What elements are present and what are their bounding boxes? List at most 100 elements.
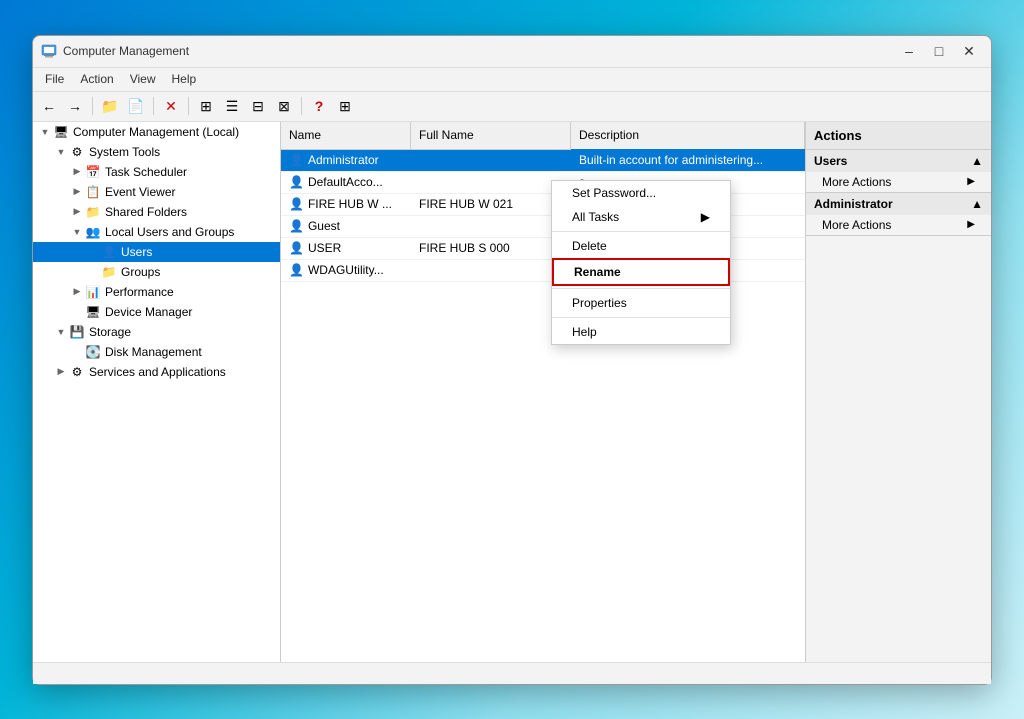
cell-user-name: 👤 USER xyxy=(281,241,411,255)
tree-system-tools-label: System Tools xyxy=(89,145,160,159)
groups-icon: 📁 xyxy=(101,264,117,280)
cell-default-name: 👤 DefaultAcco... xyxy=(281,175,411,189)
tree-event-viewer[interactable]: ▶ 📋 Event Viewer xyxy=(33,182,280,202)
center-panel: Name Full Name Description 👤 Administrat… xyxy=(281,122,806,662)
tree-root-label: Computer Management (Local) xyxy=(73,125,239,139)
tree-task-scheduler-label: Task Scheduler xyxy=(105,165,187,179)
back-button[interactable]: ← xyxy=(37,95,61,117)
properties-button[interactable]: 📄 xyxy=(124,95,148,117)
maximize-button[interactable]: □ xyxy=(925,39,953,63)
actions-section-administrator: Administrator ▲ More Actions ▶ xyxy=(806,193,991,236)
tree-performance[interactable]: ▶ 📊 Performance xyxy=(33,282,280,302)
cell-firehub-name: 👤 FIRE HUB W ... xyxy=(281,197,411,211)
svc-icon: ⚙ xyxy=(69,364,85,380)
user-icon-wdag: 👤 xyxy=(289,263,304,277)
actions-section-users: Users ▲ More Actions ▶ xyxy=(806,150,991,193)
ctx-set-password[interactable]: Set Password... xyxy=(552,181,730,205)
view1-button[interactable]: ⊞ xyxy=(194,95,218,117)
local-users-expand-icon: ▼ xyxy=(69,227,85,237)
menu-action[interactable]: Action xyxy=(72,70,121,88)
ctx-all-tasks[interactable]: All Tasks ▶ xyxy=(552,205,730,229)
ctx-rename[interactable]: Rename xyxy=(552,258,730,286)
tree-performance-label: Performance xyxy=(105,285,174,299)
left-panel: ▼ 🖥 Computer Management (Local) ▼ ⚙ Syst… xyxy=(33,122,281,662)
tree-disk-management[interactable]: 💽 Disk Management xyxy=(33,342,280,362)
tree-local-users-groups[interactable]: ▼ 👥 Local Users and Groups xyxy=(33,222,280,242)
user-icon-default: 👤 xyxy=(289,175,304,189)
delete-button[interactable]: ✕ xyxy=(159,95,183,117)
menu-help[interactable]: Help xyxy=(164,70,205,88)
ctx-help[interactable]: Help xyxy=(552,320,730,344)
close-button[interactable]: ✕ xyxy=(955,39,983,63)
menu-file[interactable]: File xyxy=(37,70,72,88)
folder-button[interactable]: 📁 xyxy=(98,95,122,117)
forward-button[interactable]: → xyxy=(63,95,87,117)
menu-bar: File Action View Help xyxy=(33,68,991,92)
admin-section-collapse-icon: ▲ xyxy=(971,197,983,211)
system-tools-expand-icon: ▼ xyxy=(53,147,69,157)
perf-icon: 📊 xyxy=(85,284,101,300)
tree-services-apps-label: Services and Applications xyxy=(89,365,226,379)
context-menu: Set Password... All Tasks ▶ Delete Renam… xyxy=(551,180,731,345)
ctx-properties[interactable]: Properties xyxy=(552,291,730,315)
event-icon: 📋 xyxy=(85,184,101,200)
tree-task-scheduler[interactable]: ▶ 📅 Task Scheduler xyxy=(33,162,280,182)
shared-expand-icon: ▶ xyxy=(69,206,85,217)
cell-firehub-fullname: FIRE HUB W 021 xyxy=(411,197,571,211)
view3-button[interactable]: ⊟ xyxy=(246,95,270,117)
window-controls: – □ ✕ xyxy=(895,39,983,63)
actions-panel: Actions Users ▲ More Actions ▶ Adminis xyxy=(806,122,991,236)
tree-groups[interactable]: 📁 Groups xyxy=(33,262,280,282)
action-admin-more[interactable]: More Actions ▶ xyxy=(806,215,991,235)
system-tools-icon: ⚙ xyxy=(69,144,85,160)
tree-system-tools[interactable]: ▼ ⚙ System Tools xyxy=(33,142,280,162)
actions-section-admin-header[interactable]: Administrator ▲ xyxy=(806,193,991,215)
tree-storage-label: Storage xyxy=(89,325,131,339)
more-actions-users-arrow-icon: ▶ xyxy=(967,176,975,187)
tree-services-apps[interactable]: ▶ ⚙ Services and Applications xyxy=(33,362,280,382)
extra-btn[interactable]: ⊞ xyxy=(333,95,357,117)
users-icon: 👤 xyxy=(101,244,117,260)
toolbar-separator-3 xyxy=(188,97,189,115)
toolbar-separator-1 xyxy=(92,97,93,115)
task-expand-icon: ▶ xyxy=(69,166,85,177)
col-name-header[interactable]: Name xyxy=(281,122,411,149)
window-icon xyxy=(41,43,57,59)
actions-section-users-header[interactable]: Users ▲ xyxy=(806,150,991,172)
perf-expand-icon: ▶ xyxy=(69,286,85,297)
menu-view[interactable]: View xyxy=(122,70,164,88)
tree-device-manager-label: Device Manager xyxy=(105,305,192,319)
user-icon-firehub: 👤 xyxy=(289,197,304,211)
ctx-all-tasks-arrow-icon: ▶ xyxy=(701,210,710,224)
root-icon: 🖥 xyxy=(53,124,69,140)
event-expand-icon: ▶ xyxy=(69,186,85,197)
help-btn[interactable]: ? xyxy=(307,95,331,117)
view4-button[interactable]: ⊠ xyxy=(272,95,296,117)
action-users-more[interactable]: More Actions ▶ xyxy=(806,172,991,192)
tree-root[interactable]: ▼ 🖥 Computer Management (Local) xyxy=(33,122,280,142)
main-window: Computer Management – □ ✕ File Action Vi… xyxy=(32,35,992,685)
more-actions-admin-arrow-icon: ▶ xyxy=(967,219,975,230)
svc-expand-icon: ▶ xyxy=(53,366,69,377)
ctx-delete[interactable]: Delete xyxy=(552,234,730,258)
tree-local-users-groups-label: Local Users and Groups xyxy=(105,225,234,239)
tree-groups-label: Groups xyxy=(121,265,160,279)
list-row-administrator[interactable]: 👤 Administrator Built-in account for adm… xyxy=(281,150,805,172)
cell-guest-name: 👤 Guest xyxy=(281,219,411,233)
cell-user-fullname: FIRE HUB S 000 xyxy=(411,241,571,255)
cell-wdag-name: 👤 WDAGUtility... xyxy=(281,263,411,277)
user-icon-user: 👤 xyxy=(289,241,304,255)
tree-shared-folders-label: Shared Folders xyxy=(105,205,187,219)
view2-button[interactable]: ☰ xyxy=(220,95,244,117)
tree-shared-folders[interactable]: ▶ 📁 Shared Folders xyxy=(33,202,280,222)
minimize-button[interactable]: – xyxy=(895,39,923,63)
tree-users[interactable]: 👤 Users xyxy=(33,242,280,262)
col-fullname-header[interactable]: Full Name xyxy=(411,122,571,149)
main-content: ▼ 🖥 Computer Management (Local) ▼ ⚙ Syst… xyxy=(33,122,991,662)
local-users-icon: 👥 xyxy=(85,224,101,240)
storage-expand-icon: ▼ xyxy=(53,327,69,337)
col-desc-header[interactable]: Description xyxy=(571,122,805,149)
user-icon-guest: 👤 xyxy=(289,219,304,233)
tree-storage[interactable]: ▼ 💾 Storage xyxy=(33,322,280,342)
tree-device-manager[interactable]: 🖥 Device Manager xyxy=(33,302,280,322)
